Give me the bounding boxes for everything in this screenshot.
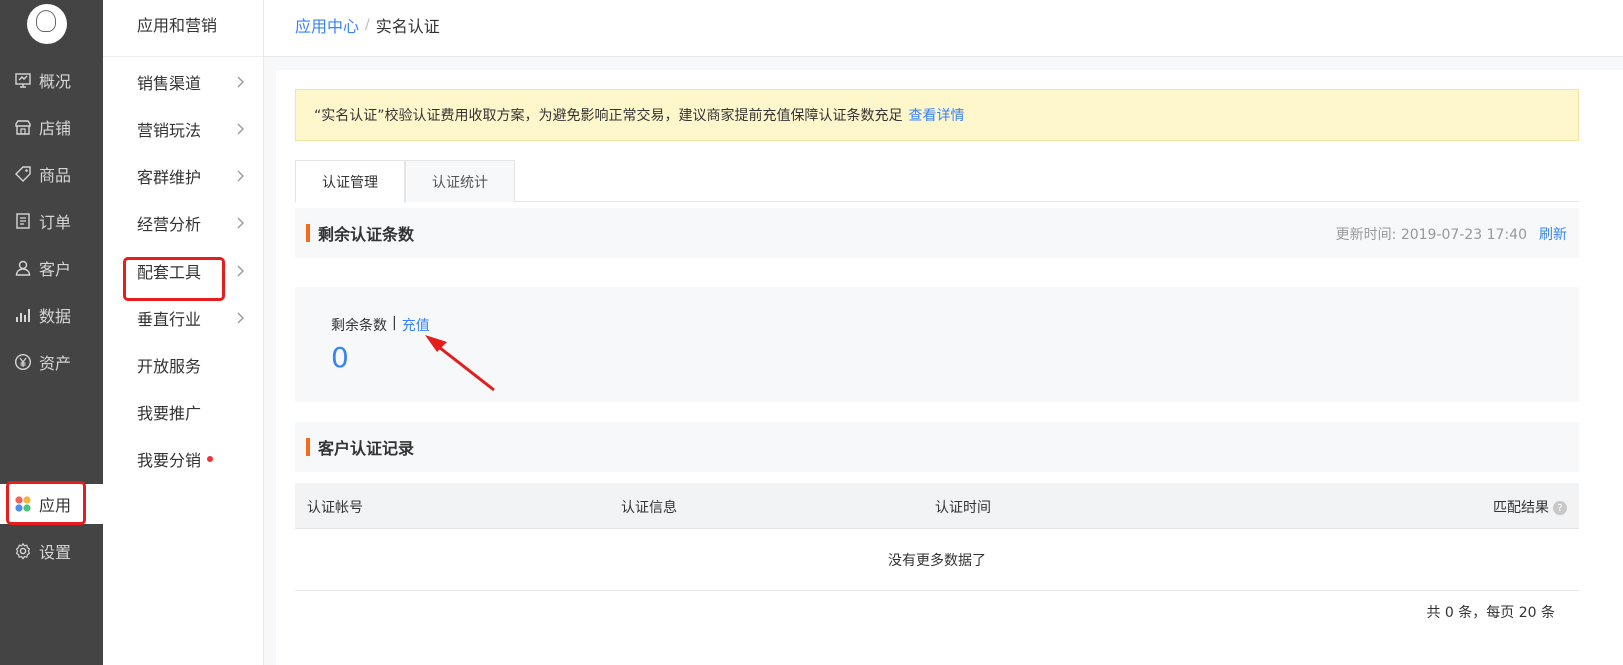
subnav-item-analytics[interactable]: 经营分析 <box>137 208 249 238</box>
help-icon[interactable]: ? <box>1553 501 1567 515</box>
section-accent-bar <box>306 438 310 456</box>
update-time: 更新时间: 2019-07-23 17:40 <box>1335 227 1527 243</box>
chevron-right-icon <box>237 217 244 229</box>
update-info: 更新时间: 2019-07-23 17:40 刷新 <box>1336 224 1567 244</box>
chevron-right-icon <box>237 312 244 324</box>
remaining-count: 0 <box>331 341 349 374</box>
sidebar-item-assets[interactable]: 资产 <box>0 342 103 382</box>
chevron-right-icon <box>237 265 244 277</box>
page-header: 应用中心 / 实名认证 <box>264 0 1623 57</box>
sidebar-item-overview[interactable]: 概况 <box>0 60 103 100</box>
subnav-title: 应用和营销 <box>137 16 218 35</box>
subnav-item-vertical-industry[interactable]: 垂直行业 <box>137 303 249 333</box>
empty-state: 没有更多数据了 <box>295 529 1579 591</box>
subnav-item-label: 经营分析 <box>137 215 202 234</box>
store-icon <box>14 118 32 136</box>
highlight-box-tools <box>123 257 225 301</box>
subnav-item-customer-care[interactable]: 客群维护 <box>137 161 249 191</box>
remaining-card: 剩余条数 | 充值 0 <box>295 287 1579 402</box>
notice-details-link[interactable]: 查看详情 <box>909 105 965 125</box>
breadcrumb-parent-link[interactable]: 应用中心 <box>295 13 359 37</box>
remaining-label-row: 剩余条数 | 充值 <box>331 315 430 335</box>
yen-icon <box>14 353 32 371</box>
subnav-item-promote[interactable]: 我要推广 <box>137 397 249 427</box>
recharge-link[interactable]: 充值 <box>402 315 430 335</box>
new-badge-dot <box>207 456 214 462</box>
chevron-right-icon <box>237 123 244 135</box>
column-header-account: 认证帐号 <box>307 500 363 516</box>
column-header-label: 匹配结果 <box>1493 500 1549 516</box>
person-icon <box>14 259 32 277</box>
section-accent-bar <box>306 224 310 242</box>
label-divider: | <box>392 315 397 331</box>
sidebar-item-label: 设置 <box>39 543 72 562</box>
section-title: 剩余认证条数 <box>318 225 415 244</box>
breadcrumb-separator: / <box>365 17 370 33</box>
sidebar-item-label: 订单 <box>39 213 72 232</box>
subnav-item-sales-channels[interactable]: 销售渠道 <box>137 67 249 97</box>
sidebar-item-customers[interactable]: 客户 <box>0 248 103 288</box>
pagination-summary: 共 0 条，每页 20 条 <box>1426 605 1555 621</box>
sidebar-item-label: 数据 <box>39 307 72 326</box>
subnav-item-label: 销售渠道 <box>137 74 202 93</box>
subnav-item-label: 营销玩法 <box>137 121 202 140</box>
sidebar-item-settings[interactable]: 设置 <box>0 531 103 571</box>
column-header-time: 认证时间 <box>935 500 991 516</box>
tab-auth-management[interactable]: 认证管理 <box>295 160 405 203</box>
primary-sidebar: 概况 店铺 商品 订单 客户 数据 资产 应用 设置 <box>0 0 103 665</box>
sidebar-item-label: 概况 <box>39 72 72 91</box>
document-icon <box>14 212 32 230</box>
highlight-box-apps <box>6 481 86 525</box>
subnav-item-label: 我要推广 <box>137 404 202 423</box>
notice-banner: “实名认证”校验认证费用收取方案，为避免影响正常交易，建议商家提前充值保障认证条… <box>295 89 1579 141</box>
sidebar-item-data[interactable]: 数据 <box>0 295 103 335</box>
column-header-match-result: 匹配结果? <box>1493 497 1567 517</box>
breadcrumb-current: 实名认证 <box>375 17 440 36</box>
bar-chart-icon <box>14 306 32 324</box>
tab-auth-statistics[interactable]: 认证统计 <box>405 160 515 202</box>
sidebar-item-store[interactable]: 店铺 <box>0 107 103 147</box>
sidebar-item-label: 客户 <box>39 260 72 279</box>
breadcrumb: 应用中心 / 实名认证 <box>295 13 440 37</box>
records-section-header: 客户认证记录 <box>295 422 1579 472</box>
subnav-item-open-services[interactable]: 开放服务 <box>137 350 249 380</box>
logo-figure-icon <box>36 10 56 32</box>
subnav-item-label: 开放服务 <box>137 357 202 376</box>
refresh-link[interactable]: 刷新 <box>1539 224 1567 244</box>
subnav-item-distribution[interactable]: 我要分销 <box>137 444 249 474</box>
gear-icon <box>14 542 32 560</box>
sidebar-item-label: 商品 <box>39 166 72 185</box>
chevron-right-icon <box>237 76 244 88</box>
sidebar-item-orders[interactable]: 订单 <box>0 201 103 241</box>
main-content: “实名认证”校验认证费用收取方案，为避免影响正常交易，建议商家提前充值保障认证条… <box>276 70 1623 665</box>
column-header-info: 认证信息 <box>621 500 677 516</box>
subnav-item-label: 客群维护 <box>137 168 202 187</box>
subnav-divider <box>103 56 263 57</box>
sidebar-item-label: 资产 <box>39 354 72 373</box>
subnav-item-label: 我要分销 <box>137 451 202 470</box>
chevron-right-icon <box>237 170 244 182</box>
remaining-label: 剩余条数 <box>331 318 387 334</box>
tab-bar: 认证管理 认证统计 <box>295 160 1579 203</box>
subnav-item-label: 垂直行业 <box>137 310 202 329</box>
records-table-header: 认证帐号 认证信息 认证时间 匹配结果? <box>295 483 1579 529</box>
remaining-section-header: 剩余认证条数 更新时间: 2019-07-23 17:40 刷新 <box>295 208 1579 258</box>
secondary-sidebar: 应用和营销 销售渠道 营销玩法 客群维护 经营分析 配套工具 垂直行业 开放服务… <box>103 0 264 665</box>
monitor-icon <box>14 71 32 89</box>
subnav-item-marketing[interactable]: 营销玩法 <box>137 114 249 144</box>
store-logo[interactable] <box>27 4 67 44</box>
notice-text: “实名认证”校验认证费用收取方案，为避免影响正常交易，建议商家提前充值保障认证条… <box>314 108 903 124</box>
sidebar-item-label: 店铺 <box>39 119 72 138</box>
sidebar-item-goods[interactable]: 商品 <box>0 154 103 194</box>
tag-icon <box>14 165 32 183</box>
section-title: 客户认证记录 <box>318 439 415 458</box>
